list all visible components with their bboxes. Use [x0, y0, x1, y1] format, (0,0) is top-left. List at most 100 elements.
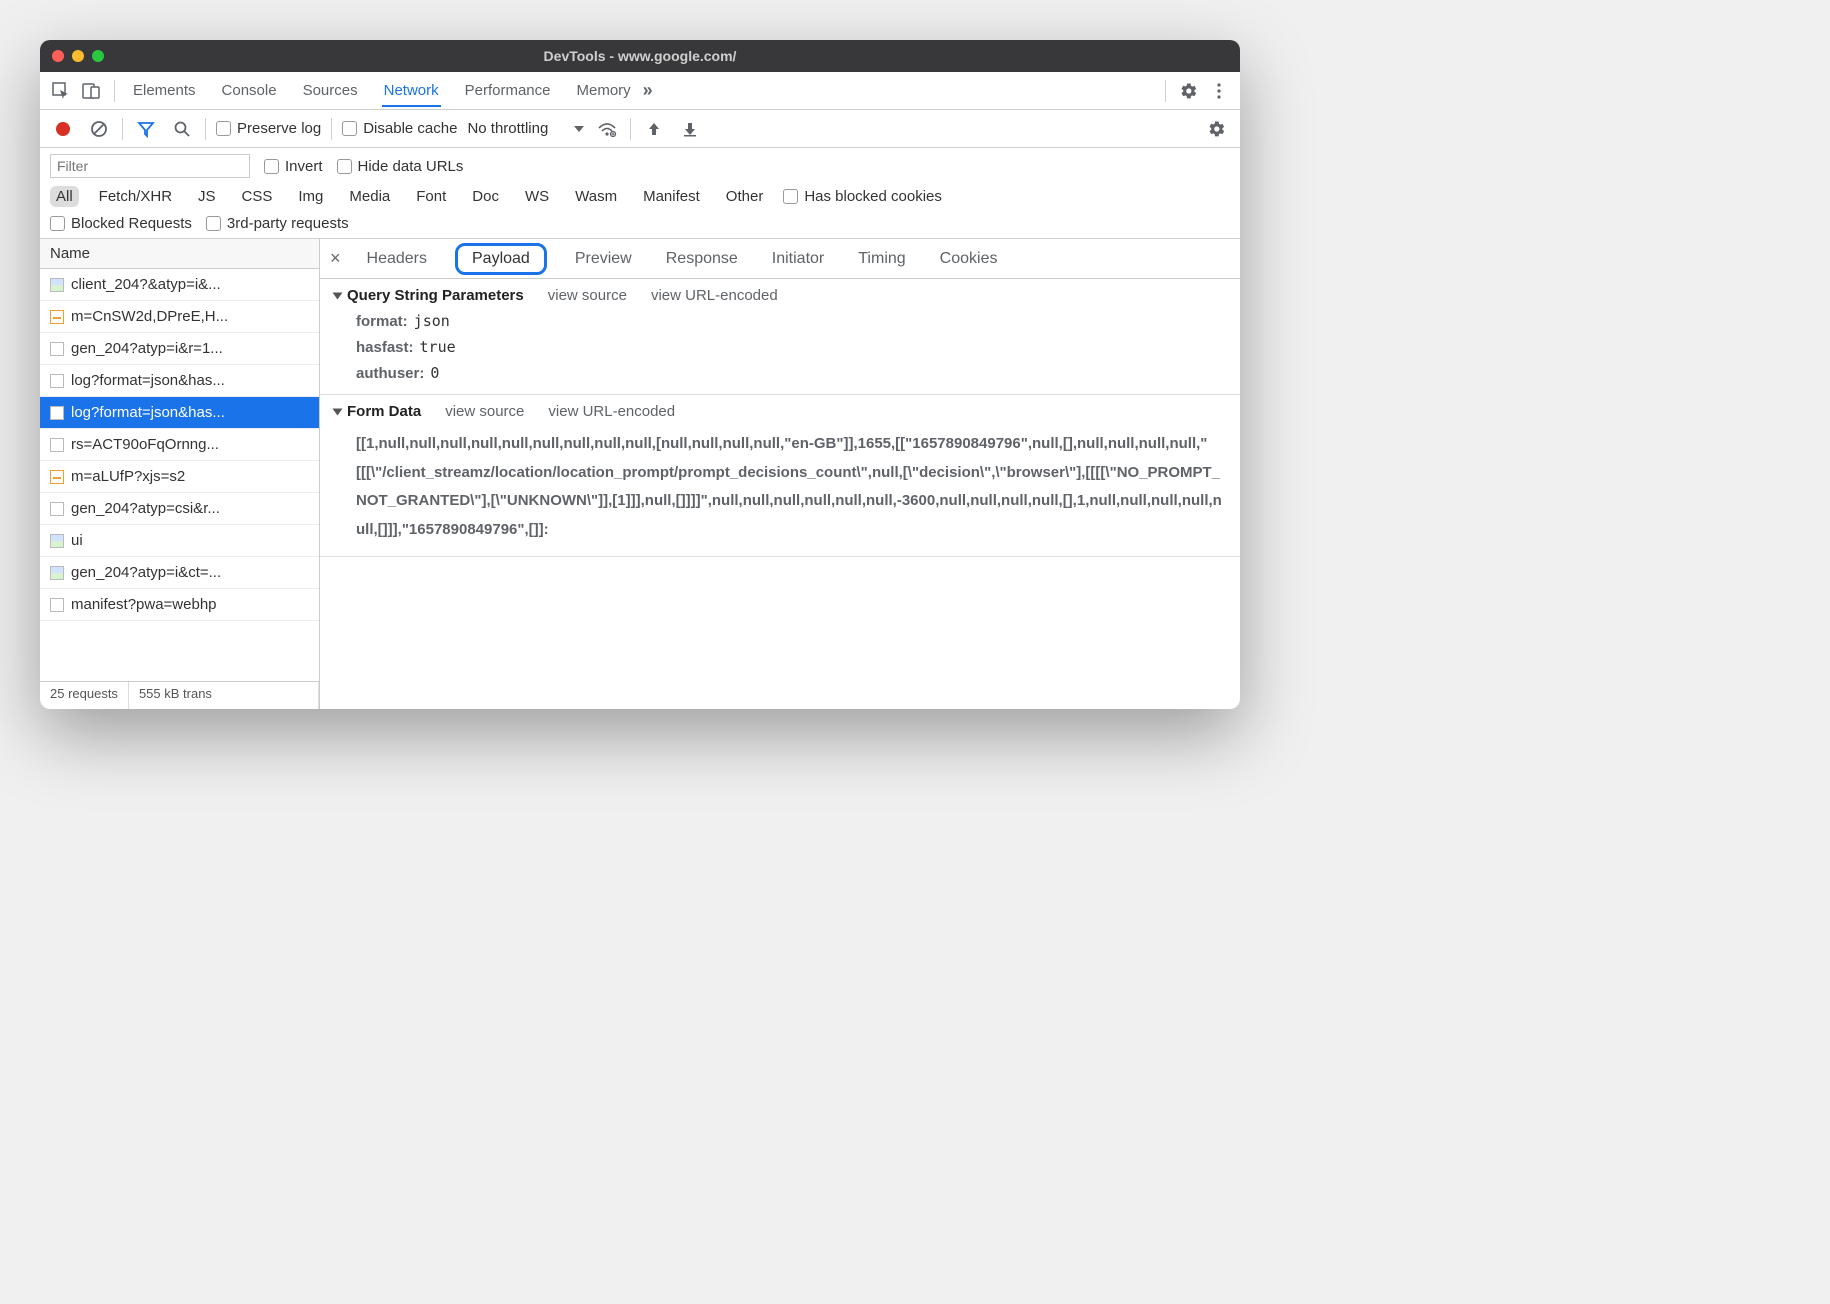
tab-network[interactable]: Network	[382, 74, 441, 107]
detail-tab-payload[interactable]: Payload	[455, 243, 547, 275]
settings-gear-icon[interactable]	[1176, 78, 1202, 104]
detail-tab-initiator[interactable]: Initiator	[766, 246, 830, 272]
kebab-menu-icon[interactable]	[1206, 78, 1232, 104]
blocked-requests-checkbox[interactable]: Blocked Requests	[50, 215, 192, 232]
main-split: Name client_204?&atyp=i&... m=CnSW2d,DPre…	[40, 239, 1240, 709]
type-filter-js[interactable]: JS	[192, 186, 222, 207]
request-row[interactable]: client_204?&atyp=i&...	[40, 269, 319, 301]
type-filter-media[interactable]: Media	[343, 186, 396, 207]
hide-data-urls-label: Hide data URLs	[358, 158, 464, 175]
detail-tab-preview[interactable]: Preview	[569, 246, 638, 272]
view-url-encoded-link[interactable]: view URL-encoded	[651, 287, 778, 304]
device-toolbar-icon[interactable]	[78, 78, 104, 104]
detail-tab-cookies[interactable]: Cookies	[934, 246, 1004, 272]
query-param: authuser:0	[356, 364, 1226, 382]
tab-elements[interactable]: Elements	[131, 74, 198, 107]
type-filter-font[interactable]: Font	[410, 186, 452, 207]
js-file-icon	[50, 470, 64, 484]
type-filter-ws[interactable]: WS	[519, 186, 555, 207]
detail-tab-timing[interactable]: Timing	[852, 246, 911, 272]
main-tabs-bar: Elements Console Sources Network Performance…	[40, 72, 1240, 110]
form-data-title[interactable]: Form Data	[334, 403, 421, 420]
img-file-icon	[50, 534, 64, 548]
invert-label: Invert	[285, 158, 323, 175]
request-name: client_204?&atyp=i&...	[71, 276, 221, 293]
invert-checkbox[interactable]: Invert	[264, 158, 323, 175]
record-button[interactable]	[50, 116, 76, 142]
param-key: format:	[356, 313, 408, 330]
requests-panel: Name client_204?&atyp=i&... m=CnSW2d,DPre…	[40, 239, 320, 709]
doc-file-icon	[50, 406, 64, 420]
name-column-header[interactable]: Name	[40, 239, 319, 269]
request-row[interactable]: m=aLUfP?xjs=s2	[40, 461, 319, 493]
clear-icon[interactable]	[86, 116, 112, 142]
detail-tab-response[interactable]: Response	[660, 246, 744, 272]
disable-cache-label: Disable cache	[363, 120, 457, 137]
param-value: 0	[430, 364, 439, 382]
filter-icon[interactable]	[133, 116, 159, 142]
detail-tab-headers[interactable]: Headers	[361, 246, 433, 272]
view-source-link[interactable]: view source	[548, 287, 627, 304]
view-url-encoded-link[interactable]: view URL-encoded	[548, 403, 675, 420]
network-conditions-icon[interactable]	[594, 116, 620, 142]
download-har-icon[interactable]	[677, 116, 703, 142]
doc-file-icon	[50, 374, 64, 388]
view-source-link[interactable]: view source	[445, 403, 524, 420]
request-name: gen_204?atyp=i&ct=...	[71, 564, 221, 581]
filter-input[interactable]	[50, 154, 250, 178]
tab-memory[interactable]: Memory	[575, 74, 633, 107]
more-tabs-icon[interactable]: »	[643, 80, 653, 101]
close-detail-icon[interactable]: ×	[330, 248, 341, 269]
request-row[interactable]: m=CnSW2d,DPreE,H...	[40, 301, 319, 333]
request-row[interactable]: gen_204?atyp=csi&r...	[40, 493, 319, 525]
doc-file-icon	[50, 438, 64, 452]
doc-file-icon	[50, 598, 64, 612]
third-party-checkbox[interactable]: 3rd-party requests	[206, 215, 349, 232]
inspect-element-icon[interactable]	[48, 78, 74, 104]
tab-performance[interactable]: Performance	[463, 74, 553, 107]
tab-sources[interactable]: Sources	[301, 74, 360, 107]
panel-settings-gear-icon[interactable]	[1204, 116, 1230, 142]
type-filter-css[interactable]: CSS	[236, 186, 279, 207]
traffic-lights	[52, 50, 104, 62]
query-string-title[interactable]: Query String Parameters	[334, 287, 524, 304]
js-file-icon	[50, 310, 64, 324]
titlebar: DevTools - www.google.com/	[40, 40, 1240, 72]
type-filter-img[interactable]: Img	[292, 186, 329, 207]
type-filter-fetchxhr[interactable]: Fetch/XHR	[93, 186, 178, 207]
type-filter-wasm[interactable]: Wasm	[569, 186, 623, 207]
tab-console[interactable]: Console	[220, 74, 279, 107]
preserve-log-checkbox[interactable]: Preserve log	[216, 120, 321, 137]
type-filter-doc[interactable]: Doc	[466, 186, 505, 207]
disable-cache-checkbox[interactable]: Disable cache	[342, 120, 457, 137]
type-filter-manifest[interactable]: Manifest	[637, 186, 706, 207]
request-name: log?format=json&has...	[71, 372, 225, 389]
throttling-select[interactable]: No throttling	[467, 120, 584, 137]
has-blocked-cookies-checkbox[interactable]: Has blocked cookies	[783, 188, 942, 205]
request-name: manifest?pwa=webhp	[71, 596, 217, 613]
request-row[interactable]: rs=ACT90oFqOrnng...	[40, 429, 319, 461]
request-row[interactable]: gen_204?atyp=i&r=1...	[40, 333, 319, 365]
request-name: ui	[71, 532, 83, 549]
minimize-window-button[interactable]	[72, 50, 84, 62]
close-window-button[interactable]	[52, 50, 64, 62]
type-filter-all[interactable]: All	[50, 186, 79, 207]
search-icon[interactable]	[169, 116, 195, 142]
request-row[interactable]: ui	[40, 525, 319, 557]
status-request-count: 25 requests	[40, 682, 129, 709]
request-row[interactable]: gen_204?atyp=i&ct=...	[40, 557, 319, 589]
request-row[interactable]: manifest?pwa=webhp	[40, 589, 319, 621]
main-tabs: Elements Console Sources Network Performance…	[131, 74, 633, 107]
disclosure-triangle-icon	[333, 292, 343, 299]
zoom-window-button[interactable]	[92, 50, 104, 62]
hide-data-urls-checkbox[interactable]: Hide data URLs	[337, 158, 464, 175]
request-row[interactable]: log?format=json&has...	[40, 365, 319, 397]
has-blocked-cookies-label: Has blocked cookies	[804, 188, 942, 205]
upload-har-icon[interactable]	[641, 116, 667, 142]
img-file-icon	[50, 278, 64, 292]
request-row[interactable]: log?format=json&has...	[40, 397, 319, 429]
type-filter-row: All Fetch/XHR JS CSS Img Media Font Doc WS Wasm Ma…	[50, 186, 1230, 207]
type-filter-other[interactable]: Other	[720, 186, 770, 207]
request-list: client_204?&atyp=i&... m=CnSW2d,DPreE,H..…	[40, 269, 319, 681]
status-transfer: 555 kB trans	[129, 682, 319, 709]
